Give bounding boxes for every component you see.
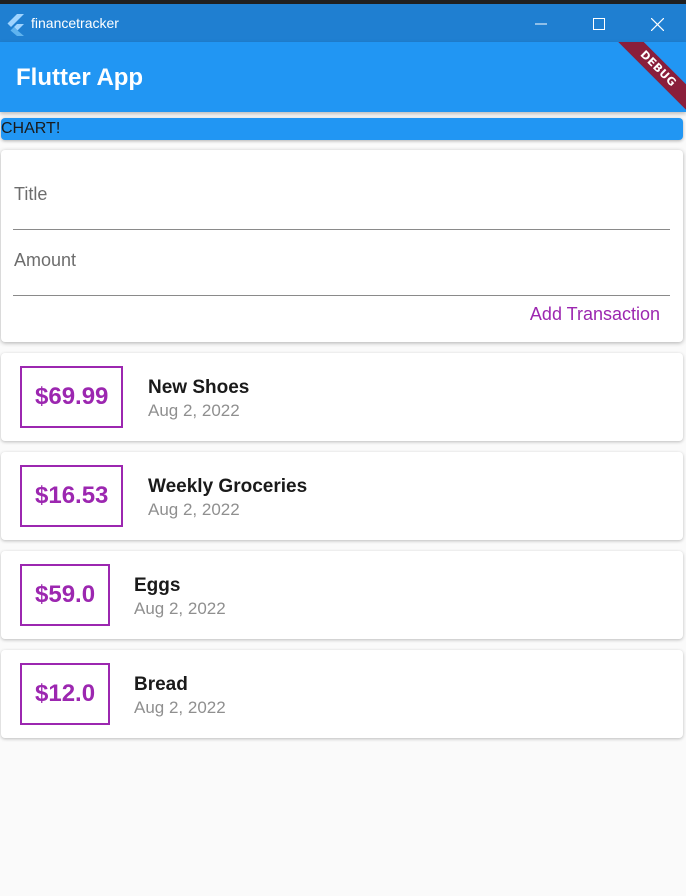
close-icon (650, 17, 664, 31)
chart-card: CHART! (1, 118, 683, 140)
transaction-date: Aug 2, 2022 (148, 500, 240, 519)
transaction-title: New Shoes (148, 377, 250, 398)
debug-banner: DEBUG (609, 42, 686, 112)
flutter-icon (7, 14, 24, 36)
amount-badge: $16.53 (20, 465, 124, 527)
maximize-button[interactable] (576, 8, 622, 40)
new-transaction-card: Title Amount Add Transaction (1, 150, 683, 342)
maximize-icon (593, 18, 605, 30)
transaction-card: $59.0 Eggs Aug 2, 2022 (1, 551, 683, 639)
chart-label: CHART! (1, 120, 61, 137)
window-titlebar: financetracker (0, 0, 686, 44)
app-title: Flutter App (16, 64, 144, 91)
window-title: financetracker (31, 15, 119, 31)
transaction-info: New Shoes Aug 2, 2022 (148, 376, 249, 422)
amount-badge: $12.0 (20, 663, 111, 725)
amount-field[interactable]: Amount (13, 245, 670, 296)
transaction-card: $12.0 Bread Aug 2, 2022 (1, 650, 683, 738)
transaction-amount: $12.0 (35, 680, 96, 707)
app-bar: Flutter App DEBUG (0, 42, 686, 112)
close-button[interactable] (634, 8, 680, 40)
minimize-button[interactable] (518, 8, 564, 40)
transaction-title: Eggs (134, 575, 181, 596)
transaction-info: Eggs Aug 2, 2022 (134, 574, 226, 620)
minimize-icon (535, 23, 547, 25)
transaction-title: Weekly Groceries (148, 476, 308, 497)
transaction-date: Aug 2, 2022 (134, 599, 226, 618)
transaction-amount: $59.0 (35, 581, 96, 608)
add-transaction-button[interactable]: Add Transaction (530, 304, 660, 325)
transaction-info: Bread Aug 2, 2022 (134, 673, 226, 719)
transaction-info: Weekly Groceries Aug 2, 2022 (148, 475, 307, 521)
title-field[interactable]: Title (13, 179, 670, 230)
transaction-date: Aug 2, 2022 (148, 401, 240, 420)
amount-badge: $69.99 (20, 366, 124, 428)
transaction-amount: $16.53 (35, 482, 109, 509)
amount-placeholder: Amount (14, 250, 77, 270)
transaction-title: Bread (134, 674, 188, 695)
title-placeholder: Title (14, 184, 48, 204)
transaction-card: $69.99 New Shoes Aug 2, 2022 (1, 353, 683, 441)
transaction-amount: $69.99 (35, 383, 109, 410)
transaction-date: Aug 2, 2022 (134, 698, 226, 717)
transaction-card: $16.53 Weekly Groceries Aug 2, 2022 (1, 452, 683, 540)
amount-badge: $59.0 (20, 564, 111, 626)
